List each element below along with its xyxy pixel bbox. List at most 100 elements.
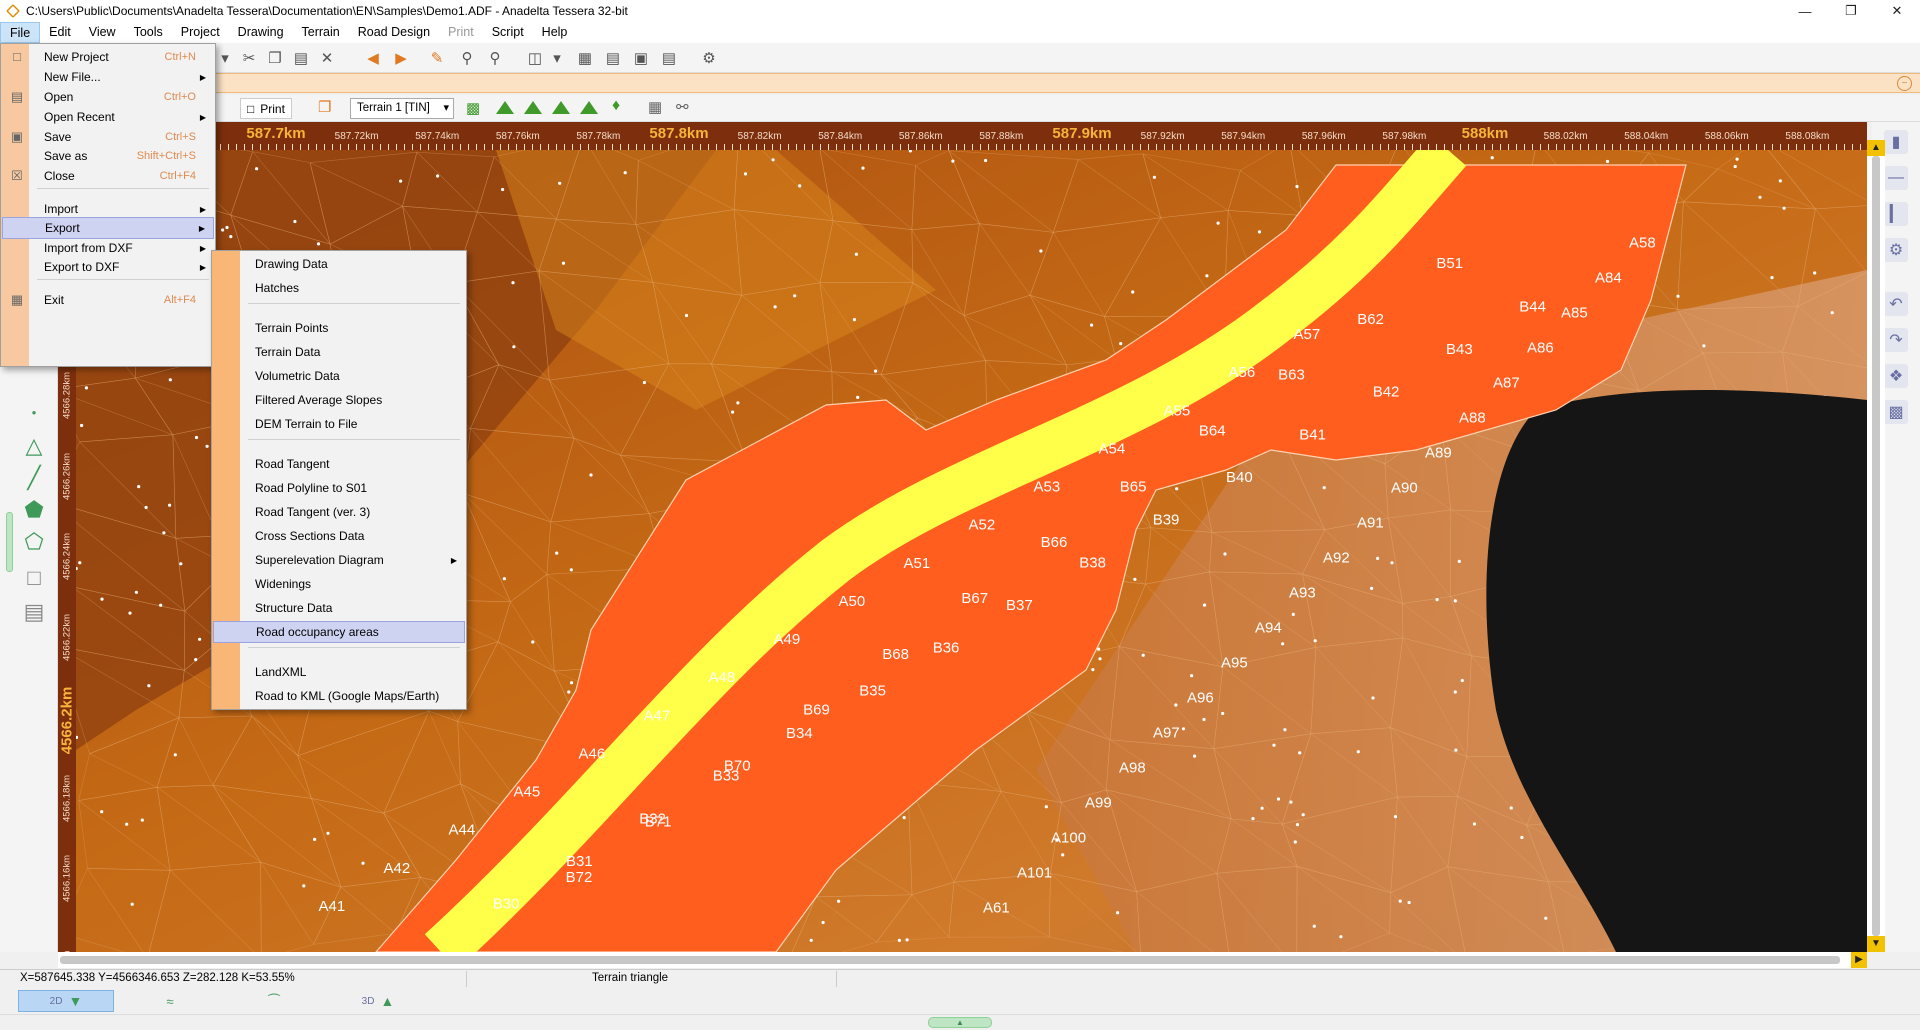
file-menu-exit[interactable]: ▦ Exit Alt+F4 bbox=[2, 289, 214, 311]
vertical-scroll-thumb[interactable] bbox=[1872, 156, 1880, 936]
menu-project[interactable]: Project bbox=[172, 22, 229, 43]
polygon-outline-tool-icon[interactable]: ⬠ bbox=[20, 528, 48, 556]
zoom-icon[interactable]: ⚲ bbox=[456, 47, 478, 69]
scroll-right-icon[interactable]: ▶ bbox=[1851, 952, 1867, 968]
export-menu-drawing-data[interactable]: Drawing Data bbox=[213, 253, 465, 275]
menu-print[interactable]: Print bbox=[439, 22, 483, 43]
terrain-layers-icon[interactable]: ▩ bbox=[466, 99, 480, 117]
terrain-tool-icon[interactable] bbox=[524, 101, 542, 114]
file-menu-open[interactable]: ▤ Open Ctrl+O bbox=[2, 86, 214, 108]
menu-drawing[interactable]: Drawing bbox=[229, 22, 293, 43]
line-tool-icon[interactable]: ╱ bbox=[20, 464, 48, 492]
profile-icon[interactable]: ▣ bbox=[630, 47, 652, 69]
menu-terrain[interactable]: Terrain bbox=[293, 22, 349, 43]
terrain-select[interactable]: Terrain 1 [TIN] bbox=[350, 98, 454, 119]
menu-file[interactable]: File bbox=[0, 22, 41, 43]
measure-icon[interactable]: ✎ bbox=[426, 47, 448, 69]
maximize-icon[interactable]: ❐ bbox=[1828, 0, 1874, 22]
export-menu-landxml[interactable]: LandXML bbox=[213, 661, 465, 683]
tab-cross-section[interactable]: ⏜ bbox=[226, 990, 322, 1012]
binoculars-icon[interactable]: ⚯ bbox=[676, 98, 689, 116]
file-menu-open-recent[interactable]: Open Recent ▶ bbox=[2, 106, 214, 128]
menu-view[interactable]: View bbox=[80, 22, 125, 43]
menu-road-design[interactable]: Road Design bbox=[349, 22, 439, 43]
terrain-tool-icon[interactable] bbox=[496, 101, 514, 114]
layout-icon[interactable]: ◫ bbox=[524, 47, 546, 69]
chart-icon[interactable]: ▤ bbox=[658, 47, 680, 69]
export-menu-dem-terrain-to-file[interactable]: DEM Terrain to File bbox=[213, 413, 465, 435]
tab-profile[interactable]: ≈ bbox=[122, 990, 218, 1012]
horizontal-scroll-thumb[interactable] bbox=[60, 956, 1840, 964]
tab-3d[interactable]: 3D ▲ bbox=[330, 990, 426, 1012]
export-menu-hatches[interactable]: Hatches bbox=[213, 277, 465, 299]
curve-icon[interactable]: ↶ bbox=[1884, 292, 1908, 316]
bottom-panel-handle[interactable]: ▲ bbox=[928, 1017, 992, 1028]
terrain-up-down-icon[interactable]: ♦ bbox=[612, 97, 620, 115]
vertical-scrollbar[interactable]: ▲ ▼ bbox=[1867, 140, 1885, 952]
menu-help[interactable]: Help bbox=[533, 22, 577, 43]
delete-icon[interactable]: ✕ bbox=[316, 47, 338, 69]
export-menu-road-to-kml-google-maps-earth[interactable]: Road to KML (Google Maps/Earth) bbox=[213, 685, 465, 707]
document-list-icon[interactable]: ▤ bbox=[20, 598, 48, 626]
copy-icon[interactable]: ❐ bbox=[264, 47, 286, 69]
terrain-tool-icon[interactable] bbox=[552, 101, 570, 114]
file-menu-export-to-dxf[interactable]: Export to DXF ▶ bbox=[2, 256, 214, 278]
junction-icon[interactable]: ❖ bbox=[1884, 364, 1908, 388]
settings-icon[interactable]: ⚙ bbox=[698, 47, 720, 69]
point-tool-icon[interactable]: ● bbox=[20, 398, 48, 426]
vertical-segment-icon[interactable]: ▎ bbox=[1884, 202, 1908, 226]
minimize-icon[interactable]: — bbox=[1782, 0, 1828, 22]
map-point-label: B41 bbox=[1299, 426, 1326, 443]
export-menu-terrain-points[interactable]: Terrain Points bbox=[213, 317, 465, 339]
graph-icon[interactable]: ▤ bbox=[602, 47, 624, 69]
terrain-tool-icon[interactable] bbox=[580, 101, 598, 114]
export-menu-structure-data[interactable]: Structure Data bbox=[213, 597, 465, 619]
paste-icon[interactable]: ▤ bbox=[290, 47, 312, 69]
export-menu-widenings[interactable]: Widenings bbox=[213, 573, 465, 595]
export-menu-cross-sections-data[interactable]: Cross Sections Data bbox=[213, 525, 465, 547]
menu-script[interactable]: Script bbox=[483, 22, 533, 43]
scroll-icon[interactable]: ▮ bbox=[1884, 130, 1908, 154]
structure-icon[interactable]: ▩ bbox=[1884, 400, 1908, 424]
copy-layers-icon[interactable]: ❐ bbox=[318, 98, 331, 116]
export-menu-superelevation-diagram[interactable]: Superelevation Diagram ▶ bbox=[213, 549, 465, 571]
layout-dropdown-icon[interactable]: ▾ bbox=[546, 47, 568, 69]
menu-tools[interactable]: Tools bbox=[125, 22, 172, 43]
zoom-window-icon[interactable]: ⚲ bbox=[484, 47, 506, 69]
panel-collapse-handle[interactable] bbox=[6, 512, 13, 572]
document-icon[interactable]: □ bbox=[20, 564, 48, 592]
horizontal-scrollbar[interactable]: ▶ bbox=[58, 952, 1867, 968]
ruler-label: 4566.18km bbox=[61, 774, 73, 822]
export-menu-filtered-average-slopes[interactable]: Filtered Average Slopes bbox=[213, 389, 465, 411]
scroll-up-icon[interactable]: ▲ bbox=[1867, 140, 1885, 156]
info-close-icon[interactable]: − bbox=[1897, 76, 1912, 91]
ruler-label: 587.92km bbox=[1140, 131, 1185, 142]
gear-icon[interactable]: ⚙ bbox=[1884, 238, 1908, 262]
horizontal-line-icon[interactable]: — bbox=[1884, 166, 1908, 190]
close-icon[interactable]: ✕ bbox=[1874, 0, 1920, 22]
file-menu-close[interactable]: ☒ Close Ctrl+F4 bbox=[2, 165, 214, 187]
undo-icon[interactable]: ◀ bbox=[362, 47, 384, 69]
triangle-tool-icon[interactable]: △ bbox=[20, 432, 48, 460]
export-menu-road-tangent-ver-3[interactable]: Road Tangent (ver. 3) bbox=[213, 501, 465, 523]
file-menu-save-as[interactable]: Save as Shift+Ctrl+S bbox=[2, 145, 214, 167]
curve-alt-icon[interactable]: ↷ bbox=[1884, 328, 1908, 352]
menu-edit[interactable]: Edit bbox=[40, 22, 80, 43]
redo-icon[interactable]: ▶ bbox=[390, 47, 412, 69]
export-menu-terrain-data[interactable]: Terrain Data bbox=[213, 341, 465, 363]
scroll-down-icon[interactable]: ▼ bbox=[1867, 936, 1885, 952]
cut-icon[interactable]: ✂ bbox=[238, 47, 260, 69]
file-menu-new-file[interactable]: New File... ▶ bbox=[2, 66, 214, 88]
tab-2d[interactable]: 2D ▼ bbox=[18, 990, 114, 1012]
export-menu-road-polyline-to-s01[interactable]: Road Polyline to S01 bbox=[213, 477, 465, 499]
file-menu-new-project[interactable]: □ New Project Ctrl+N bbox=[2, 46, 214, 68]
export-menu-road-occupancy-areas[interactable]: Road occupancy areas bbox=[213, 621, 465, 643]
file-menu-export[interactable]: Export ▶ bbox=[2, 217, 214, 239]
print-button[interactable]: □ Print bbox=[240, 98, 292, 119]
table-icon[interactable]: ▦ bbox=[574, 47, 596, 69]
polygon-tool-icon[interactable]: ⬟ bbox=[20, 496, 48, 524]
grid-icon[interactable]: ▦ bbox=[648, 98, 662, 116]
dropdown-arrow-icon[interactable]: ▾ bbox=[214, 47, 236, 69]
export-menu-road-tangent[interactable]: Road Tangent bbox=[213, 453, 465, 475]
export-menu-volumetric-data[interactable]: Volumetric Data bbox=[213, 365, 465, 387]
